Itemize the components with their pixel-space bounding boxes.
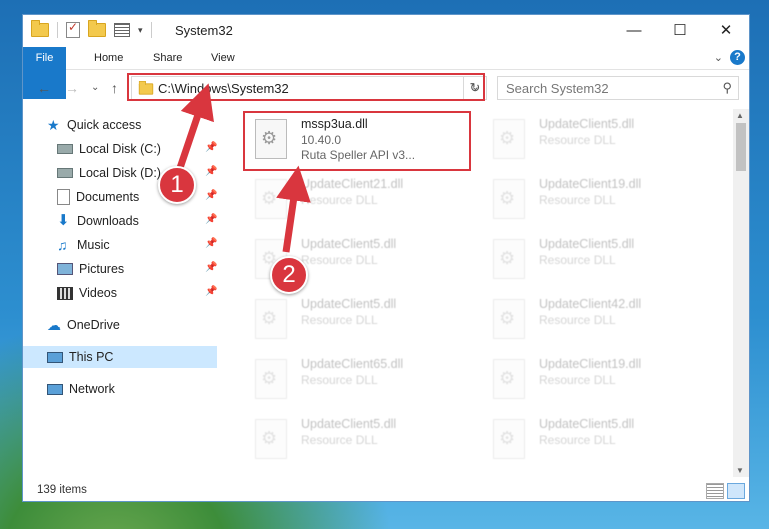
step-1-badge: 1 [158,166,196,204]
step-2-badge: 2 [270,256,308,294]
annotation-arrows [176,83,311,253]
arrow-to-address-bar [176,83,214,170]
arrow-to-file [276,165,311,253]
